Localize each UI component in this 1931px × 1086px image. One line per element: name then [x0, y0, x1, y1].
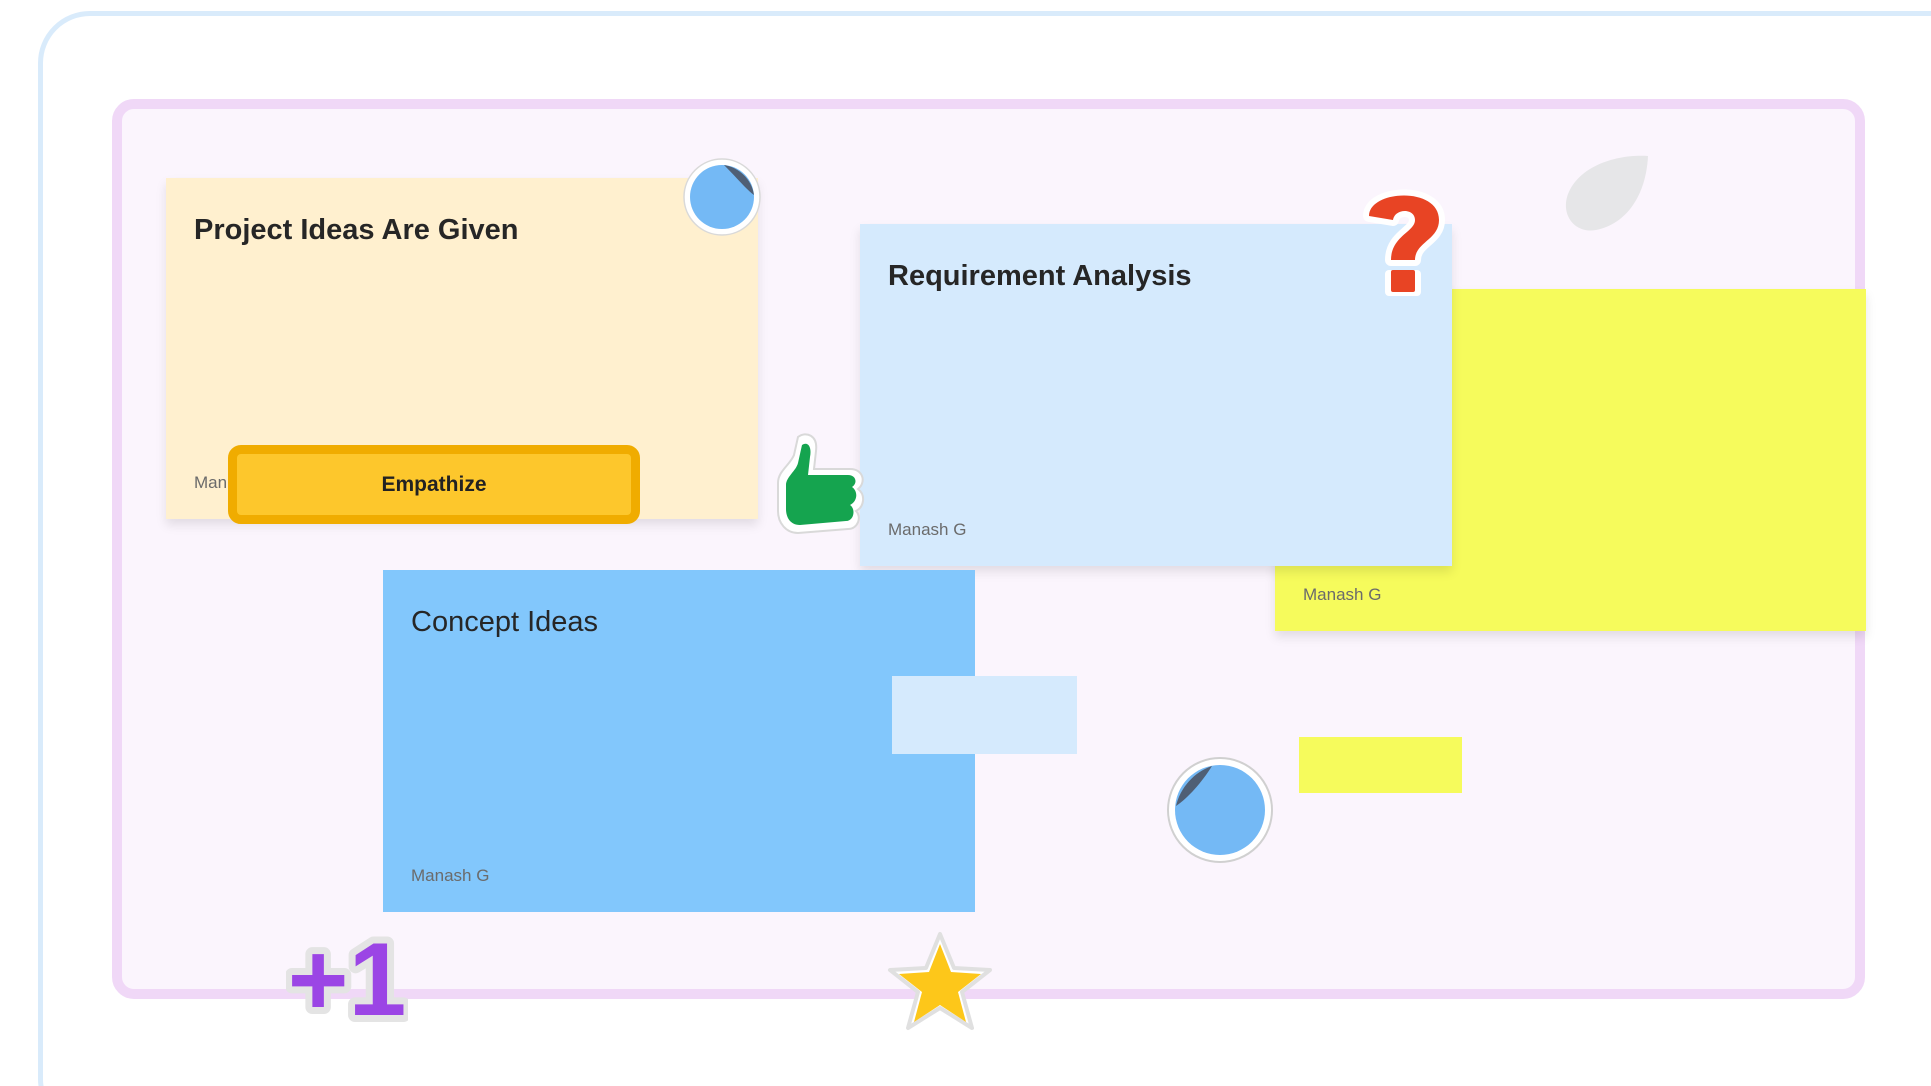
whiteboard-canvas[interactable]: Project Ideas Are Given Man alization Ma… — [0, 0, 1931, 1086]
sticky-note-author: Man — [194, 473, 228, 492]
sticky-note-title: Concept Ideas — [411, 606, 599, 638]
shape-label: Empathize — [381, 472, 487, 496]
blue-dot-sticker-icon[interactable] — [1162, 752, 1278, 868]
sticky-note-author: Manash G — [1303, 585, 1382, 604]
sticky-note-title: Project Ideas Are Given — [194, 214, 519, 246]
sticky-note-author: Manash G — [411, 866, 490, 885]
question-mark-icon[interactable] — [1355, 180, 1451, 300]
empathize-shape[interactable]: Empathize — [228, 445, 640, 524]
small-sticky-light-blue[interactable] — [892, 676, 1077, 754]
sticky-note-author: Manash G — [888, 520, 967, 539]
sticky-note-concept-ideas[interactable]: Concept Ideas Manash G — [383, 570, 975, 912]
small-sticky-yellow[interactable] — [1299, 737, 1462, 793]
grey-leaf-icon[interactable] — [1560, 150, 1656, 236]
blue-dot-sticker-icon[interactable] — [680, 155, 764, 239]
star-icon[interactable] — [884, 928, 996, 1040]
plus-one-icon[interactable]: +1 +1 — [286, 917, 408, 1033]
plus-one-label: +1 — [288, 922, 407, 1033]
sticky-note-title: Requirement Analysis — [888, 260, 1192, 292]
thumbs-up-icon[interactable] — [768, 425, 874, 541]
